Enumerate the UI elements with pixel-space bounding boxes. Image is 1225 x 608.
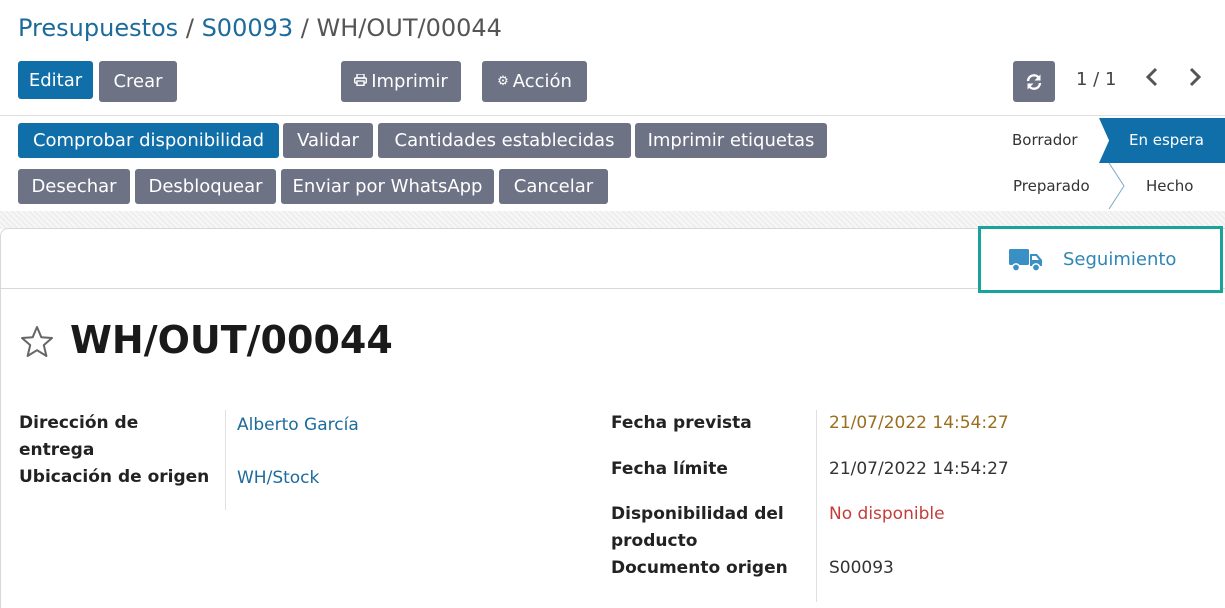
delivery-address-label-line1: Dirección de [19,413,139,433]
delivery-address-value[interactable]: Alberto García [237,412,359,439]
delivery-address-label: Dirección de entrega [19,410,138,464]
breadcrumb-separator: / [185,14,194,42]
action-label: Acción [512,71,572,92]
origin-label: Documento origen [611,558,788,578]
check-availability-button[interactable]: Comprobar disponibilidad [18,123,279,158]
source-location-value[interactable]: WH/Stock [237,465,319,492]
breadcrumb-quotations[interactable]: Presupuestos [18,14,178,42]
truck-icon [1009,248,1042,272]
breadcrumb-current: WH/OUT/00044 [316,14,502,42]
pager-next-icon[interactable] [1188,66,1202,94]
status-ready[interactable]: Preparado [1013,177,1090,195]
field-separator [225,410,226,510]
print-label: Imprimir [371,71,448,92]
validate-button[interactable]: Validar [283,123,373,158]
tracking-label: Seguimiento [1063,249,1177,270]
breadcrumb: Presupuestos / S00093 / WH/OUT/00044 [18,14,502,42]
status-chevron [1108,163,1125,209]
whatsapp-button[interactable]: Enviar por WhatsApp [281,169,494,204]
deadline-value: 21/07/2022 14:54:27 [829,459,1009,479]
unlock-button[interactable]: Desbloquear [135,169,276,204]
source-location-label: Ubicación de origen [19,467,210,487]
status-waiting[interactable]: En espera [1099,118,1225,163]
print-button[interactable]: Imprimir [341,61,461,102]
availability-label: Disponibilidad del producto [611,501,784,555]
deadline-label: Fecha límite [611,459,728,479]
header-divider [0,115,1225,116]
edit-button[interactable]: Editar [18,61,93,99]
print-icon [354,72,368,90]
availability-value: No disponible [829,504,945,524]
record-title: WH/OUT/00044 [70,318,393,362]
tracking-button[interactable]: Seguimiento [978,226,1223,293]
breadcrumb-separator: / [300,14,309,42]
status-draft[interactable]: Borrador [1012,131,1078,149]
field-separator [816,410,817,602]
scrap-button[interactable]: Desechar [18,169,130,204]
set-quantities-button[interactable]: Cantidades establecidas [378,123,631,158]
pager-value[interactable]: 1 / 1 [1076,69,1116,90]
star-icon[interactable] [20,325,54,359]
status-done[interactable]: Hecho [1146,177,1193,195]
scheduled-date-label: Fecha prevista [611,413,752,433]
delivery-address-label-line2: entrega [19,440,95,460]
create-button[interactable]: Crear [99,61,177,102]
pager-previous-icon[interactable] [1145,66,1159,94]
print-labels-button[interactable]: Imprimir etiquetas [635,123,827,158]
gear-icon: ⚙ [497,74,509,89]
availability-label-line1: Disponibilidad del [611,504,784,524]
breadcrumb-order[interactable]: S00093 [202,14,294,42]
cancel-button[interactable]: Cancelar [499,169,608,204]
scheduled-date-value: 21/07/2022 14:54:27 [829,413,1009,433]
origin-value: S00093 [829,558,894,578]
refresh-button[interactable] [1013,61,1055,102]
action-button[interactable]: ⚙ Acción [482,61,587,102]
status-waiting-label: En espera [1129,131,1204,149]
refresh-icon [1026,73,1042,90]
availability-label-line2: producto [611,531,698,551]
